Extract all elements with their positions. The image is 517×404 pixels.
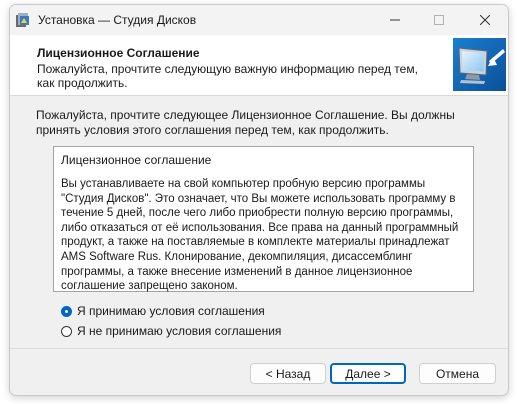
license-title: Лицензионное соглашение <box>61 153 212 167</box>
decline-radio-option[interactable]: Я не принимаю условия соглашения <box>61 323 281 339</box>
intro-text: Пожалуйста, прочтите следующее Лицензион… <box>36 108 455 137</box>
back-button[interactable]: < Назад <box>250 363 326 384</box>
next-button[interactable]: Далее > <box>330 363 406 384</box>
cancel-button[interactable]: Отмена <box>419 363 496 384</box>
close-button[interactable] <box>462 5 508 35</box>
decline-radio[interactable] <box>61 325 72 337</box>
accept-radio-option[interactable]: Я принимаю условия соглашения <box>61 303 265 319</box>
maximize-button[interactable] <box>416 5 462 35</box>
accept-radio[interactable] <box>61 305 72 317</box>
close-icon <box>480 15 490 25</box>
wizard-header: Лицензионное Соглашение Пожалуйста, проч… <box>10 35 508 96</box>
license-body: Вы устанавливаете на свой компьютер проб… <box>61 178 459 293</box>
footer-divider <box>10 348 508 349</box>
computer-wizard-icon <box>453 38 506 91</box>
title-bar: Установка — Студия Дисков <box>10 5 508 35</box>
license-textarea[interactable]: Лицензионное соглашение Вы устанавливает… <box>53 146 474 292</box>
setup-window: Установка — Студия Дисков Лицензионное С… <box>9 4 509 396</box>
maximize-icon <box>434 15 444 25</box>
accept-label[interactable]: Я принимаю условия соглашения <box>77 304 265 318</box>
installer-app-icon <box>16 13 29 27</box>
minimize-button[interactable] <box>372 5 418 35</box>
page-subtitle: Пожалуйста, прочтите следующую важную ин… <box>37 62 418 90</box>
page-title: Лицензионное Соглашение <box>37 46 200 60</box>
decline-label[interactable]: Я не принимаю условия соглашения <box>77 324 281 338</box>
minimize-icon <box>390 19 400 21</box>
window-title: Установка — Студия Дисков <box>38 13 197 27</box>
